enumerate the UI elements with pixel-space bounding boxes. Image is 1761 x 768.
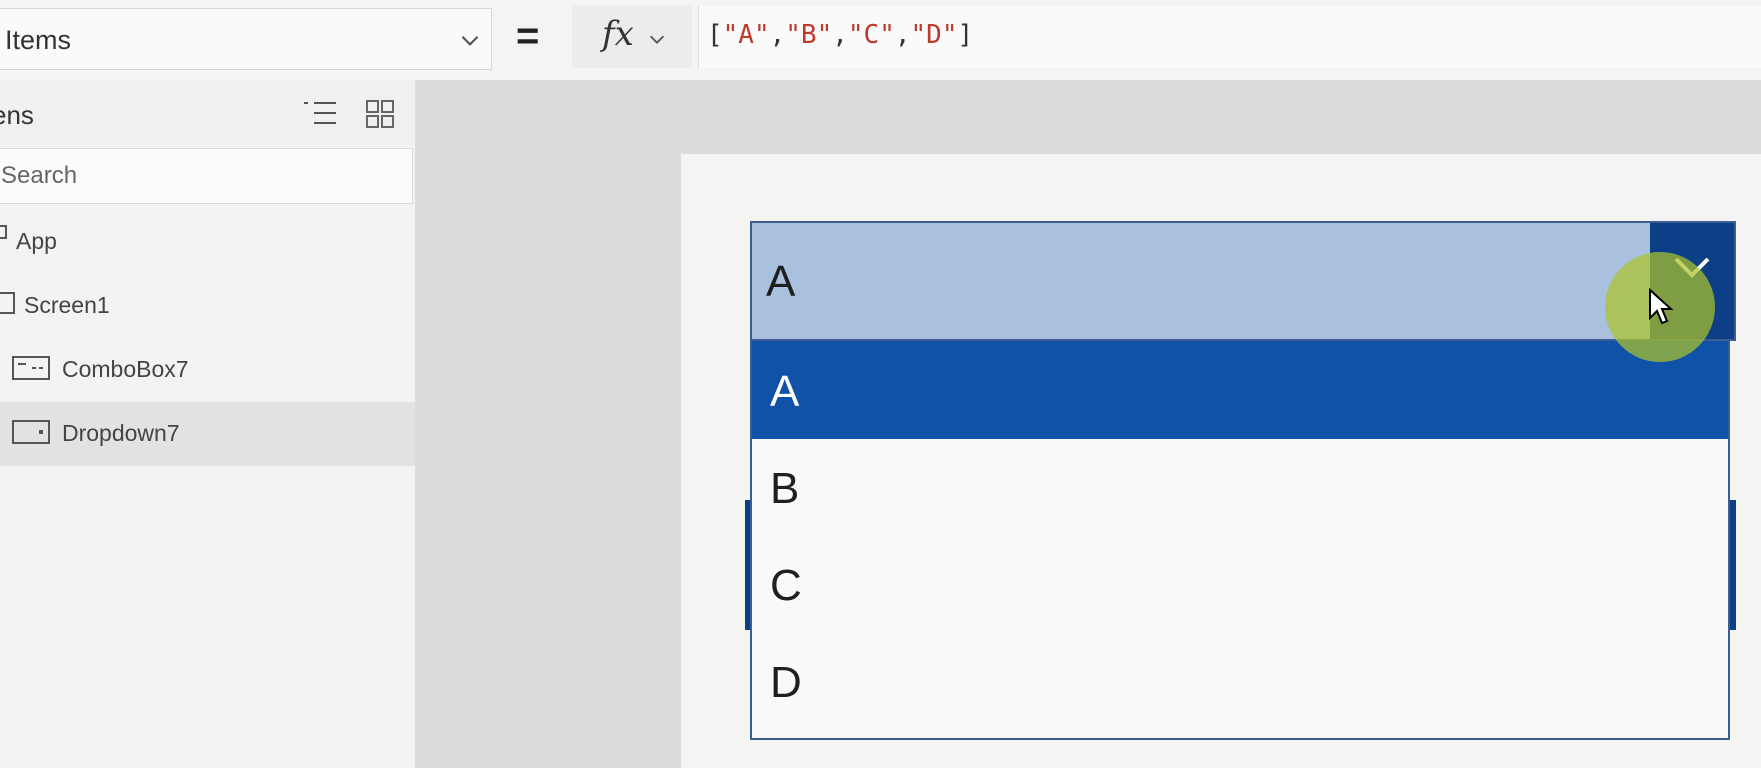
screen-icon <box>0 292 15 314</box>
tree-title: ens <box>0 100 34 130</box>
equals-sign: = <box>516 14 540 58</box>
dropdown-options-list: A B C D <box>750 341 1730 740</box>
chevron-down-icon <box>649 35 665 44</box>
formula-text: ["A","B","C","D"] <box>707 20 974 50</box>
mouse-pointer-icon <box>1649 288 1674 325</box>
option-label: B <box>770 464 800 513</box>
dropdown-option[interactable]: D <box>752 632 1728 730</box>
property-name: Items <box>5 25 72 55</box>
dropdown-option[interactable]: C <box>752 535 1728 633</box>
property-selector[interactable]: Items <box>0 8 492 70</box>
dropdown-option[interactable]: B <box>752 438 1728 536</box>
tree-item-app[interactable]: App <box>0 210 415 274</box>
tree-view-panel: ens App Screen1 ComboBox7 <box>0 80 415 768</box>
option-label: C <box>770 561 802 610</box>
tree-search-box[interactable] <box>0 148 413 204</box>
option-label: D <box>770 658 802 707</box>
formula-input[interactable]: ["A","B","C","D"] <box>698 6 1761 68</box>
app-icon <box>0 225 7 239</box>
list-view-icon[interactable] <box>302 98 338 128</box>
option-label: A <box>770 367 800 416</box>
tree-item-label: ComboBox7 <box>62 356 189 382</box>
dropdown-control[interactable]: A <box>750 221 1736 341</box>
tree-item-label: App <box>16 228 57 254</box>
dropdown-icon <box>12 420 50 444</box>
dropdown-selected-value: A <box>766 257 796 306</box>
tree-item-combobox7[interactable]: ComboBox7 <box>0 338 415 402</box>
tree-item-screen1[interactable]: Screen1 <box>0 274 415 338</box>
fx-icon: fx <box>602 14 634 54</box>
tree-item-label: Screen1 <box>24 292 110 318</box>
combobox-icon <box>12 356 50 380</box>
formula-bar: Items = fx ["A","B","C","D"] <box>0 0 1761 80</box>
grid-view-icon[interactable] <box>364 98 396 130</box>
tree-item-label: Dropdown7 <box>62 420 180 446</box>
search-input[interactable] <box>0 149 412 203</box>
chevron-down-icon <box>461 35 479 46</box>
tree-header: ens <box>0 80 415 146</box>
background-control-edge <box>1730 500 1736 630</box>
tree-item-dropdown7[interactable]: Dropdown7 <box>0 402 415 466</box>
fx-button[interactable]: fx <box>572 6 692 68</box>
dropdown-option[interactable]: A <box>752 341 1728 439</box>
